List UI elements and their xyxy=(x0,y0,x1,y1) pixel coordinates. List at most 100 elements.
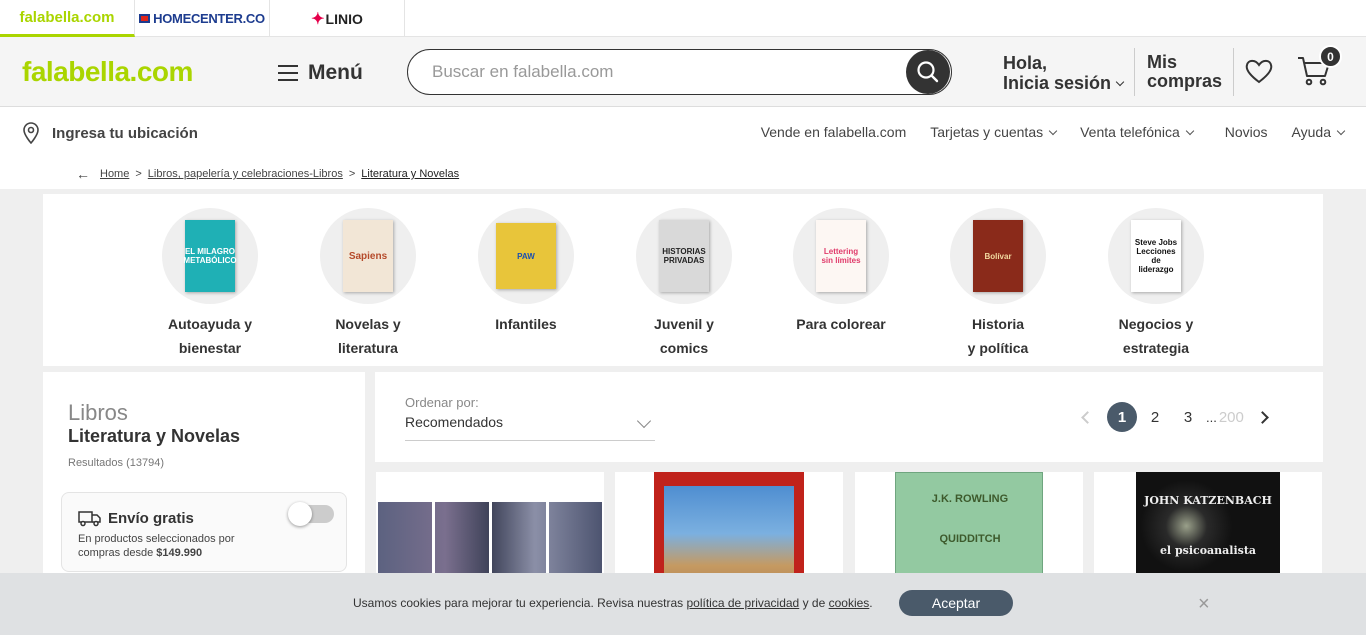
menu-label: Menú xyxy=(308,61,363,84)
divider xyxy=(1134,48,1135,96)
pagination: 1 2 3 ... 200 xyxy=(1075,402,1269,432)
top-links: Vende en falabella.com Tarjetas y cuenta… xyxy=(737,124,1346,140)
brand-tab-linio[interactable]: ✦ LINIO xyxy=(270,0,405,37)
breadcrumb: ← Home > Libros, papelería y celebracion… xyxy=(76,166,459,182)
location-button[interactable]: Ingresa tu ubicación xyxy=(22,122,198,144)
back-arrow-icon[interactable]: ← xyxy=(76,166,90,182)
my-purchases-button[interactable]: Mis compras xyxy=(1147,53,1222,91)
category-children[interactable]: PAW Infantiles xyxy=(456,208,596,336)
free-shipping-toggle[interactable] xyxy=(288,502,334,526)
category-business[interactable]: Steve Jobs Lecciones de liderazgo Negoci… xyxy=(1086,208,1226,360)
free-shipping-label: Envío gratis xyxy=(108,509,194,527)
link-label: Vende en falabella.com xyxy=(760,124,907,140)
breadcrumb-level2[interactable]: Libros, papelería y celebraciones-Libros xyxy=(148,168,343,180)
truck-icon xyxy=(78,511,101,527)
book-cover: Steve Jobs Lecciones de liderazgo xyxy=(1131,220,1181,292)
login-button[interactable]: Hola, Inicia sesión xyxy=(1003,53,1125,93)
book-cover-text: JOHN KATZENBACH el psicoanalista xyxy=(1144,494,1272,557)
category-label: Autoayuda y bienestar xyxy=(167,316,252,356)
breadcrumb-home[interactable]: Home xyxy=(100,168,129,180)
prev-page-icon[interactable] xyxy=(1081,410,1094,424)
category-novels[interactable]: Sapiens Novelas y literatura xyxy=(298,208,438,360)
sort-bar: Ordenar por: Recomendados 1 2 3 ... 200 xyxy=(375,372,1323,462)
brand-tab-label: falabella.com xyxy=(19,8,115,26)
search-bar xyxy=(407,49,952,95)
category-image: Steve Jobs Lecciones de liderazgo xyxy=(1108,208,1204,304)
search-icon xyxy=(917,61,939,83)
search-button[interactable] xyxy=(906,50,950,94)
homecenter-logo-icon xyxy=(139,14,151,23)
site-logo[interactable]: falabella.com xyxy=(22,56,193,88)
category-coloring[interactable]: Lettering sin límites Para colorear xyxy=(771,208,911,336)
link-label: Ayuda xyxy=(1291,124,1331,140)
cookie-banner: Usamos cookies para mejorar tu experienc… xyxy=(0,573,1366,635)
page-button-3[interactable]: 3 xyxy=(1173,402,1203,432)
category-label: Historia y política xyxy=(967,316,1029,356)
brand-tab-label: LINIO xyxy=(325,10,363,27)
hamburger-icon xyxy=(278,65,298,81)
breadcrumb-current[interactable]: Literatura y Novelas xyxy=(361,168,459,180)
free-shipping-title: Envío gratis xyxy=(78,509,194,527)
location-pin-icon xyxy=(23,122,39,144)
book-cover: EL MILAGRO METABÓLICO xyxy=(183,220,237,292)
filter-panel: Libros Literatura y Novelas Resultados (… xyxy=(43,372,365,592)
category-history[interactable]: Bolívar Historia y política xyxy=(928,208,1068,360)
book-cover-text: J.K. ROWLING QUIDDITCH xyxy=(931,493,1009,545)
page-button-1[interactable]: 1 xyxy=(1107,402,1137,432)
brand-tab-falabella[interactable]: falabella.com xyxy=(0,0,135,37)
wishlist-button[interactable] xyxy=(1244,57,1274,90)
page-button-last[interactable]: 200 xyxy=(1219,409,1244,426)
close-icon[interactable]: × xyxy=(1198,593,1210,616)
results-count: Resultados (13794) xyxy=(68,457,165,469)
chevron-down-icon xyxy=(1336,126,1346,135)
sort-value: Recomendados xyxy=(405,414,504,430)
purchases-line1: Mis xyxy=(1147,52,1178,72)
page-button-2[interactable]: 2 xyxy=(1140,402,1170,432)
cookies-link[interactable]: cookies xyxy=(829,596,870,610)
sort-dropdown[interactable]: Recomendados xyxy=(405,413,655,441)
breadcrumb-separator: > xyxy=(348,168,356,180)
brand-tab-homecenter[interactable]: HOMECENTER.CO xyxy=(135,0,270,37)
link-phone-sales[interactable]: Venta telefónica xyxy=(1080,124,1194,140)
link-cards[interactable]: Tarjetas y cuentas xyxy=(930,124,1058,140)
category-label: Juvenil y comics xyxy=(654,316,714,356)
location-bar: Ingresa tu ubicación Vende en falabella.… xyxy=(0,107,1366,157)
book-cover: PAW xyxy=(496,223,556,289)
purchases-line2: compras xyxy=(1147,71,1223,91)
toggle-knob xyxy=(288,502,312,526)
main-header: falabella.com Menú Hola, Inicia sesión M… xyxy=(0,37,1366,107)
category-label: Novelas y literatura xyxy=(335,316,401,356)
breadcrumb-separator: > xyxy=(135,168,142,180)
link-help[interactable]: Ayuda xyxy=(1291,124,1346,140)
menu-button[interactable]: Menú xyxy=(278,61,363,85)
category-image: EL MILAGRO METABÓLICO xyxy=(162,208,258,304)
next-page-icon[interactable] xyxy=(1256,410,1269,424)
accept-cookies-button[interactable]: Aceptar xyxy=(899,590,1013,616)
greet-line1: Hola, xyxy=(1003,53,1048,73)
category-image: HISTORIAS PRIVADAS xyxy=(636,208,732,304)
category-image: PAW xyxy=(478,208,574,304)
sort-label: Ordenar por: xyxy=(405,395,479,410)
link-label: Novios xyxy=(1224,124,1268,140)
breadcrumb-bar: ← Home > Libros, papelería y celebracion… xyxy=(0,157,1366,189)
chevron-down-icon xyxy=(636,413,652,429)
heart-icon xyxy=(1245,59,1273,84)
search-input[interactable] xyxy=(432,62,892,82)
chevron-down-icon xyxy=(1185,126,1194,135)
divider xyxy=(1233,48,1234,96)
category-image: Lettering sin límites xyxy=(793,208,889,304)
category-selfhelp[interactable]: EL MILAGRO METABÓLICO Autoayuda y bienest… xyxy=(140,208,280,360)
free-shipping-filter: Envío gratis En productos seleccionados … xyxy=(61,492,347,572)
privacy-policy-link[interactable]: política de privacidad xyxy=(687,596,800,610)
category-carousel: EL MILAGRO METABÓLICO Autoayuda y bienest… xyxy=(43,194,1323,366)
brand-strip: falabella.com HOMECENTER.CO ✦ LINIO xyxy=(0,0,1366,37)
cart-count-badge: 0 xyxy=(1319,45,1342,68)
book-cover: Sapiens xyxy=(343,220,393,292)
category-label: Infantiles xyxy=(495,316,557,332)
category-image: Bolívar xyxy=(950,208,1046,304)
brand-tab-label: HOMECENTER.CO xyxy=(153,11,265,26)
link-wedding[interactable]: Novios xyxy=(1225,124,1268,140)
category-youth-comics[interactable]: HISTORIAS PRIVADAS Juvenil y comics xyxy=(614,208,754,360)
pagination-ellipsis: ... xyxy=(1206,409,1217,425)
link-sell[interactable]: Vende en falabella.com xyxy=(761,124,907,140)
